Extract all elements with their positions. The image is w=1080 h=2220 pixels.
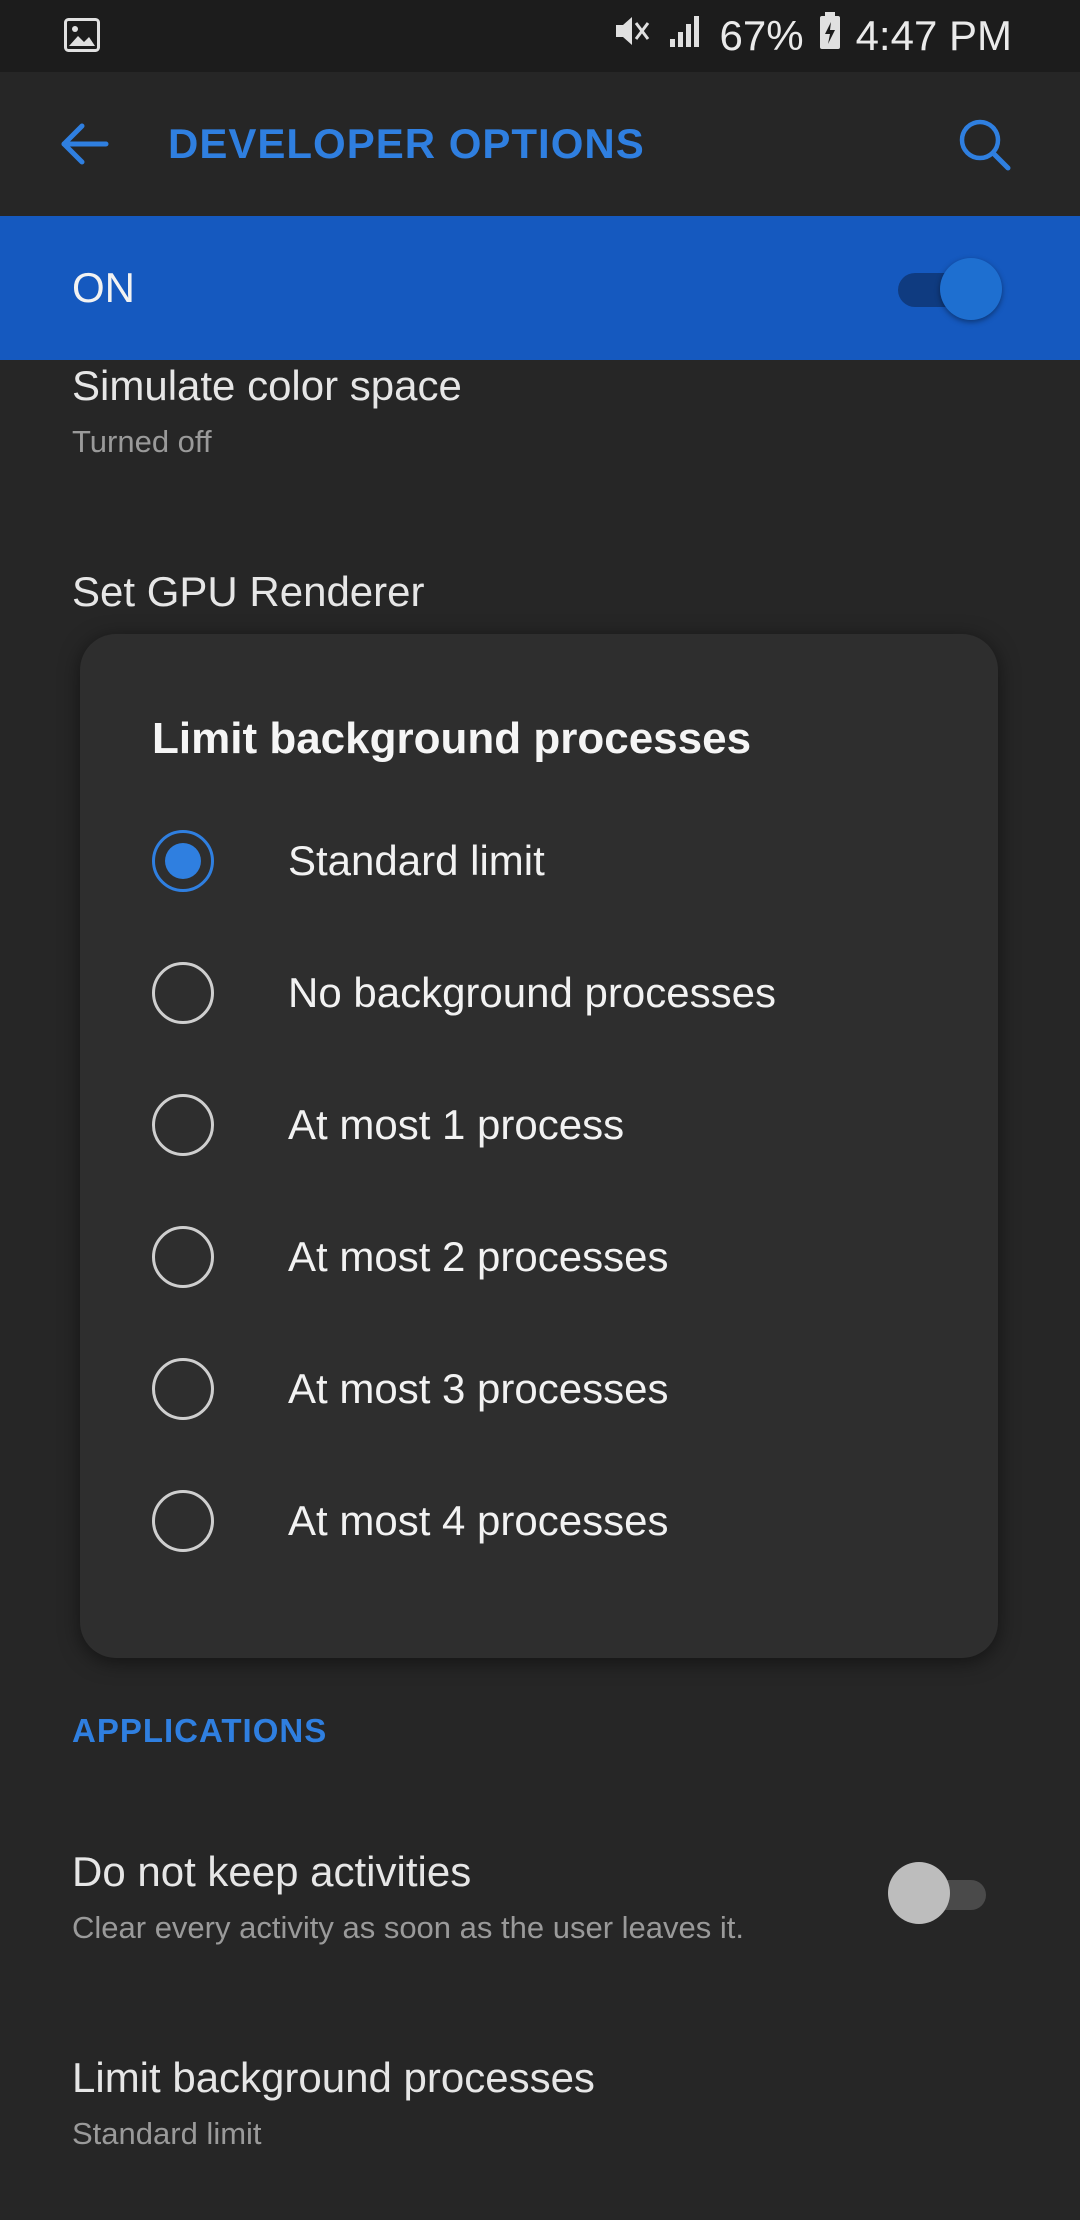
setting-set-gpu-renderer[interactable]: Set GPU Renderer [72, 568, 425, 616]
app-bar: DEVELOPER OPTIONS [0, 72, 1080, 216]
radio-button[interactable] [152, 1358, 214, 1420]
setting-title: Limit background processes [72, 2054, 595, 2101]
back-arrow-icon [61, 123, 109, 165]
back-button[interactable] [54, 114, 114, 174]
option-label: At most 4 processes [288, 1497, 669, 1544]
page-title: DEVELOPER OPTIONS [168, 120, 645, 167]
mute-icon [612, 11, 652, 61]
option-at-most-2-processes[interactable]: At most 2 processes [152, 1202, 932, 1312]
section-header-applications: APPLICATIONS [72, 1712, 328, 1749]
do-not-keep-activities-toggle[interactable] [888, 1862, 988, 1926]
option-standard-limit[interactable]: Standard limit [152, 806, 932, 916]
clock: 4:47 PM [855, 12, 1012, 59]
radio-button-selected[interactable] [152, 830, 214, 892]
dialog-title: Limit background processes [152, 714, 752, 763]
status-bar: 67% 4:47 PM [0, 0, 1080, 72]
setting-title: Set GPU Renderer [72, 568, 425, 615]
radio-button[interactable] [152, 962, 214, 1024]
gallery-notification-icon [64, 18, 100, 52]
toggle-thumb [888, 1862, 950, 1924]
option-at-most-3-processes[interactable]: At most 3 processes [152, 1334, 932, 1444]
setting-subtitle: Standard limit [72, 2116, 262, 2151]
option-label: No background processes [288, 969, 776, 1016]
toggle-thumb [940, 258, 1002, 320]
setting-limit-background-processes[interactable]: Limit background processes Standard limi… [72, 2054, 595, 2152]
signal-icon [666, 11, 706, 61]
battery-percent: 67% [719, 12, 804, 59]
search-button[interactable] [952, 112, 1016, 176]
radio-button[interactable] [152, 1490, 214, 1552]
option-label: At most 1 process [288, 1101, 625, 1148]
setting-subtitle: Clear every activity as soon as the user… [72, 1910, 744, 1945]
search-icon [959, 119, 1011, 171]
setting-do-not-keep-activities[interactable]: Do not keep activities Clear every activ… [72, 1848, 892, 1946]
option-label: At most 3 processes [288, 1365, 669, 1412]
developer-options-master-switch[interactable]: ON [0, 216, 1080, 360]
radio-button[interactable] [152, 1226, 214, 1288]
option-no-background-processes[interactable]: No background processes [152, 938, 932, 1048]
setting-title: Simulate color space [72, 362, 462, 409]
limit-background-processes-dialog: Limit background processes Standard limi… [80, 634, 998, 1658]
setting-subtitle: Turned off [72, 424, 212, 459]
master-toggle[interactable] [898, 258, 1002, 320]
radio-button[interactable] [152, 1094, 214, 1156]
option-label: At most 2 processes [288, 1233, 669, 1280]
battery-icon [818, 11, 842, 61]
setting-simulate-color-space[interactable]: Simulate color space Turned off [72, 362, 462, 460]
option-at-most-4-processes[interactable]: At most 4 processes [152, 1466, 932, 1576]
setting-title: Do not keep activities [72, 1848, 472, 1895]
master-switch-label: ON [72, 264, 135, 311]
option-at-most-1-process[interactable]: At most 1 process [152, 1070, 932, 1180]
option-label: Standard limit [288, 837, 545, 884]
